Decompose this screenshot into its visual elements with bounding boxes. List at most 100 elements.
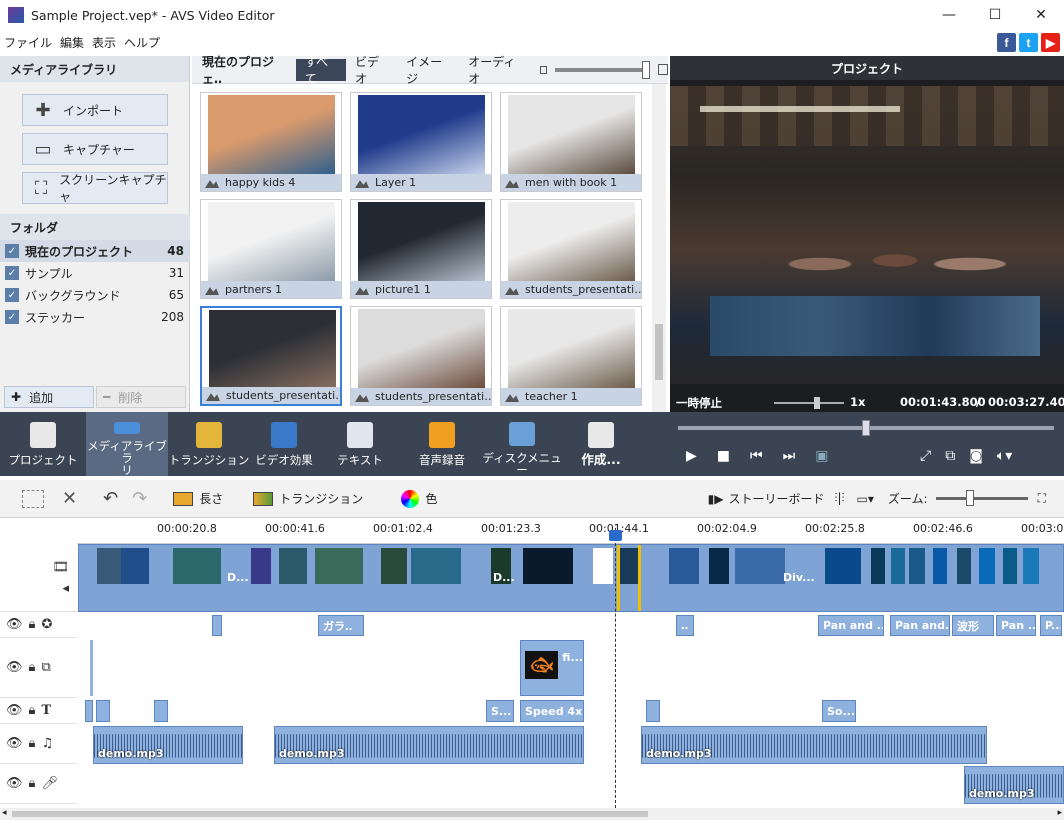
audio-clip[interactable]: demo.mp3 <box>274 726 584 764</box>
thumbnail-size-slider[interactable] <box>555 60 650 79</box>
storyboard-grid-icon[interactable] <box>22 489 44 508</box>
undo-icon[interactable]: ↶ <box>103 488 118 509</box>
next-frame-icon[interactable]: ⏭ <box>783 448 796 464</box>
facebook-icon[interactable]: f <box>997 33 1016 52</box>
effect-clip[interactable]: Pan and... <box>890 615 950 636</box>
tab-image[interactable]: イメージ <box>397 55 459 86</box>
lock-icon[interactable]: 🔒︎ <box>29 776 36 791</box>
external-preview-icon[interactable]: ⧉ <box>945 448 955 464</box>
audio-clip[interactable]: demo.mp3 <box>641 726 987 764</box>
media-thumbnail[interactable]: students_presentati… <box>350 306 492 406</box>
menu-help[interactable]: ヘルプ <box>120 34 164 51</box>
small-thumb-icon[interactable] <box>539 65 548 74</box>
toolbar-button-2[interactable]: トランジション <box>168 412 250 476</box>
effect-clip[interactable]: P... <box>1040 615 1062 636</box>
timeline-scrollbar[interactable]: ◂ ▸ <box>0 808 1064 820</box>
color-button[interactable]: 色 <box>401 489 437 508</box>
media-thumbnail[interactable]: happy kids 4 <box>200 92 342 192</box>
playhead[interactable] <box>615 528 616 808</box>
folder-sample[interactable]: ✓ サンプル 31 <box>0 262 190 284</box>
eye-icon[interactable]: 👁︎ <box>6 660 23 675</box>
lock-icon[interactable]: 🔒︎ <box>29 736 36 751</box>
video-track[interactable]: D... D... Div... <box>78 544 1064 612</box>
maximize-button[interactable]: ☐ <box>972 0 1018 30</box>
snapshot-icon[interactable]: ◙ <box>969 448 983 464</box>
split-icon[interactable]: ▣ <box>815 448 828 464</box>
eye-icon[interactable]: 👁︎ <box>6 736 23 751</box>
menu-view[interactable]: 表示 <box>88 34 120 51</box>
lock-icon[interactable]: 🔒︎ <box>29 703 36 718</box>
media-scrollbar[interactable] <box>652 84 666 412</box>
playhead-handle[interactable] <box>609 530 622 541</box>
import-button[interactable]: ✚ インポート <box>22 94 168 126</box>
minimize-button[interactable]: — <box>926 0 972 30</box>
text-clip[interactable] <box>154 700 168 722</box>
effect-clip[interactable]: ガラ‥ <box>318 615 364 636</box>
toolbar-button-0[interactable]: プロジェクト <box>0 412 86 476</box>
audio-mixer-icon[interactable]: ⫶|⫶ <box>834 491 844 506</box>
tab-video[interactable]: ビデオ <box>346 55 397 86</box>
length-button[interactable]: 長さ <box>173 490 223 507</box>
redo-icon[interactable]: ↷ <box>132 488 147 509</box>
toolbar-button-1[interactable]: メディアライブラ リ <box>86 412 168 476</box>
folder-stickers[interactable]: ✓ ステッカー 208 <box>0 306 190 328</box>
effect-clip[interactable]: Pan ... <box>996 615 1036 636</box>
play-icon[interactable]: ▶ <box>686 448 697 464</box>
seek-bar[interactable] <box>678 420 1054 436</box>
eye-icon[interactable]: 👁︎ <box>6 776 23 791</box>
effect-clip[interactable]: Pan and ... <box>818 615 884 636</box>
transition-button[interactable]: トランジション <box>253 490 363 507</box>
tab-all[interactable]: すべて <box>295 55 346 86</box>
toolbar-button-5[interactable]: 音声録音 <box>402 412 482 476</box>
capture-button[interactable]: ▭ キャプチャー <box>22 133 168 165</box>
text-clip[interactable] <box>96 700 110 722</box>
text-clip[interactable]: Speed 4x <box>520 700 584 722</box>
add-folder-button[interactable]: ✚ 追加 <box>4 386 94 408</box>
screen-capture-button[interactable]: ⛶ スクリーンキャプチャ <box>22 172 168 204</box>
lock-icon[interactable]: 🔒︎ <box>29 660 36 675</box>
folder-background[interactable]: ✓ バックグラウンド 65 <box>0 284 190 306</box>
volume-icon[interactable]: 🔈︎▾ <box>997 448 1012 464</box>
toolbar-button-3[interactable]: ビデオ効果 <box>250 412 318 476</box>
audio-clip[interactable]: demo.mp3 <box>93 726 243 764</box>
eye-icon[interactable]: 👁︎ <box>6 703 23 718</box>
checkbox-icon[interactable]: ✓ <box>5 266 19 280</box>
youtube-icon[interactable]: ▶ <box>1041 33 1060 52</box>
twitter-icon[interactable]: t <box>1019 33 1038 52</box>
toolbar-button-6[interactable]: ディスクメニュ ー <box>482 412 562 476</box>
eye-icon[interactable]: 👁︎ <box>6 617 23 632</box>
delete-folder-button[interactable]: ━ 削除 <box>96 386 186 408</box>
audio-clip[interactable]: demo.mp3 <box>964 766 1064 804</box>
checkbox-icon[interactable]: ✓ <box>5 244 19 258</box>
lock-icon[interactable]: 🔒︎ <box>29 617 36 632</box>
checkbox-icon[interactable]: ✓ <box>5 310 19 324</box>
time-ruler[interactable]: 00:00:20.8 00:00:41.6 00:01:02.4 00:01:23.3… <box>77 518 1064 544</box>
toolbar-button-7[interactable]: 作成... <box>562 412 640 476</box>
effect-clip[interactable]: ‥ <box>676 615 694 636</box>
speed-slider[interactable] <box>774 397 844 409</box>
text-clip[interactable] <box>85 700 93 722</box>
menu-edit[interactable]: 編集 <box>56 34 88 51</box>
effect-clip[interactable]: 波形 <box>952 615 994 636</box>
checkbox-icon[interactable]: ✓ <box>5 288 19 302</box>
media-thumbnail[interactable]: Layer 1 <box>350 92 492 192</box>
delete-icon[interactable]: ✕ <box>62 488 77 509</box>
fullscreen-icon[interactable]: ⤢ <box>920 448 931 464</box>
media-thumbnail[interactable]: students_presentati… <box>200 306 342 406</box>
folder-current-project[interactable]: ✓ 現在のプロジェクト 48 <box>0 240 190 262</box>
media-thumbnail[interactable]: partners 1 <box>200 199 342 299</box>
storyboard-button[interactable]: ▮▶ ストーリーボード <box>708 490 825 507</box>
media-thumbnail[interactable]: students_presentati… <box>500 199 642 299</box>
tab-audio[interactable]: オーディオ <box>459 55 532 86</box>
text-clip[interactable] <box>646 700 660 722</box>
text-clip[interactable]: S... <box>486 700 514 722</box>
media-thumbnail[interactable]: men with book 1 <box>500 92 642 192</box>
zoom-slider[interactable] <box>935 490 1028 506</box>
effect-clip[interactable] <box>212 615 222 636</box>
close-button[interactable]: ✕ <box>1018 0 1064 30</box>
display-icon[interactable]: ▭▾ <box>857 492 874 506</box>
toolbar-button-4[interactable]: テキスト <box>318 412 402 476</box>
media-thumbnail[interactable]: picture1 1 <box>350 199 492 299</box>
media-thumbnail[interactable]: teacher 1 <box>500 306 642 406</box>
fit-timeline-icon[interactable]: ⛶ <box>1038 491 1046 506</box>
